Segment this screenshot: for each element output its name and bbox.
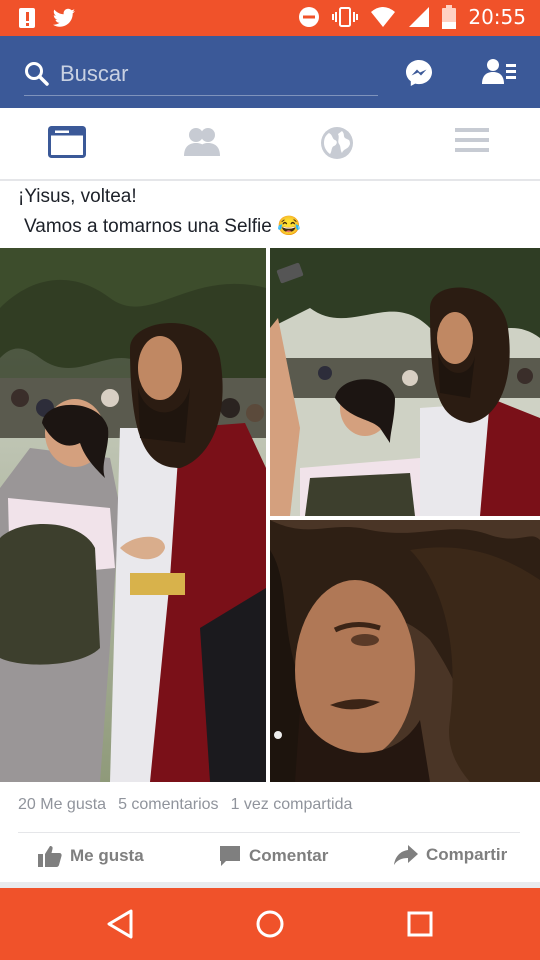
back-icon[interactable] <box>105 908 135 940</box>
comment-button[interactable]: Comentar <box>219 845 328 867</box>
recents-icon[interactable] <box>405 908 435 940</box>
battery-icon <box>442 5 457 29</box>
photo-3[interactable] <box>270 520 540 782</box>
like-label: Me gusta <box>70 846 144 865</box>
twitter-icon <box>53 8 75 27</box>
photo-2[interactable] <box>270 248 540 516</box>
status-bar: 20:55 <box>0 0 540 36</box>
photo-1[interactable] <box>0 248 266 782</box>
comment-icon <box>220 846 240 866</box>
post-actions: Me gusta Comentar Compartir <box>0 835 540 881</box>
clock: 20:55 <box>468 5 526 29</box>
search-icon <box>25 61 49 86</box>
alert-icon <box>19 8 35 28</box>
tab-bar <box>0 108 540 181</box>
comments-count[interactable]: 5 comentarios <box>118 796 219 814</box>
messenger-icon[interactable] <box>404 58 434 88</box>
globe-icon[interactable] <box>320 126 354 160</box>
share-button[interactable]: Compartir <box>394 845 507 865</box>
signal-icon <box>409 7 430 27</box>
search-field[interactable]: Buscar <box>24 52 378 96</box>
news-feed-icon[interactable] <box>48 126 86 158</box>
nav-bar <box>0 888 540 960</box>
post-stats: 20 Me gusta 5 comentarios 1 vez comparti… <box>18 796 352 814</box>
photo-collage[interactable] <box>0 248 540 782</box>
home-icon[interactable] <box>255 908 285 940</box>
search-placeholder: Buscar <box>60 60 129 86</box>
caption-line-1: ¡Yisus, voltea! <box>18 186 137 207</box>
caption-line-2: Vamos a tomarnos una Selfie 😂 <box>24 216 301 237</box>
share-label: Compartir <box>426 845 508 864</box>
app-bar: Buscar <box>0 36 540 108</box>
vibrate-icon <box>332 7 359 27</box>
comment-label: Comentar <box>249 846 329 865</box>
do-not-disturb-icon <box>299 7 320 27</box>
menu-icon[interactable] <box>455 126 489 154</box>
shares-count[interactable]: 1 vez compartida <box>231 796 353 814</box>
thumbs-up-icon <box>38 846 62 867</box>
wifi-icon <box>371 7 396 27</box>
post-caption: ¡Yisus, voltea! Vamos a tomarnos una Sel… <box>18 182 528 242</box>
like-button[interactable]: Me gusta <box>38 845 144 867</box>
friends-icon[interactable] <box>183 126 221 158</box>
likes-count[interactable]: 20 Me gusta <box>18 796 106 814</box>
divider <box>18 832 520 833</box>
share-icon <box>394 845 418 865</box>
friend-requests-icon[interactable] <box>482 58 516 86</box>
